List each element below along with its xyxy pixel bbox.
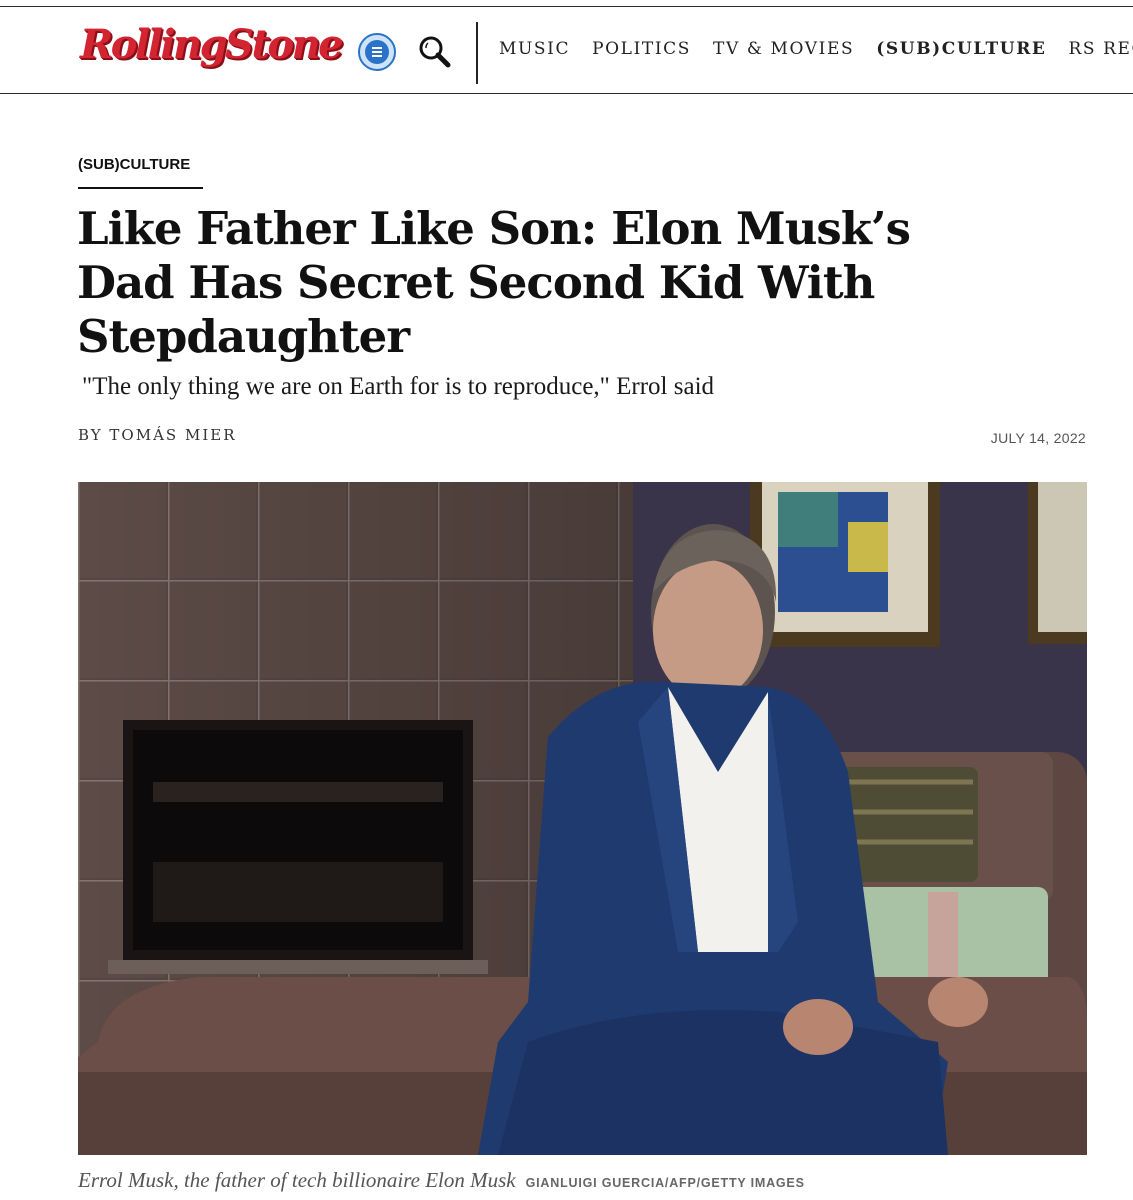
photo-credit: GIANLUIGI GUERCIA/AFP/GETTY IMAGES bbox=[525, 1176, 805, 1190]
article-date: JULY 14, 2022 bbox=[990, 430, 1086, 446]
menu-icon bbox=[365, 40, 389, 64]
menu-button[interactable] bbox=[358, 33, 396, 71]
rolling-stone-logo[interactable]: RollingStone bbox=[80, 21, 344, 68]
nav-item-politics[interactable]: POLITICS bbox=[592, 38, 691, 66]
nav-item-tv-movies[interactable]: TV & MOVIES bbox=[713, 38, 854, 66]
nav-item-music[interactable]: MUSIC bbox=[499, 38, 570, 66]
article-dek: "The only thing we are on Earth for is t… bbox=[82, 373, 715, 400]
main-nav: MUSIC POLITICS TV & MOVIES (SUB)CULTURE … bbox=[499, 38, 1133, 66]
photo-caption: Errol Musk, the father of tech billionai… bbox=[78, 1168, 805, 1193]
search-button[interactable] bbox=[416, 33, 454, 71]
article-byline[interactable]: BY TOMÁS MIER bbox=[78, 426, 237, 444]
site-header: RollingStone MUSIC POLITICS TV & MOVIES … bbox=[0, 7, 1133, 93]
category-underline bbox=[78, 187, 203, 189]
header-bottom-border bbox=[0, 93, 1133, 94]
article-headline: Like Father Like Son: Elon Musk’s Dad Ha… bbox=[77, 202, 911, 363]
article-category[interactable]: (SUB)CULTURE bbox=[78, 156, 190, 173]
search-icon bbox=[419, 36, 451, 68]
nav-item-rs-recommends[interactable]: RS RECOMMENDS bbox=[1069, 38, 1133, 66]
nav-item-subculture[interactable]: (SUB)CULTURE bbox=[876, 38, 1046, 66]
lead-photo bbox=[78, 482, 1087, 1155]
nav-divider bbox=[476, 22, 478, 84]
caption-text: Errol Musk, the father of tech billionai… bbox=[78, 1168, 516, 1192]
